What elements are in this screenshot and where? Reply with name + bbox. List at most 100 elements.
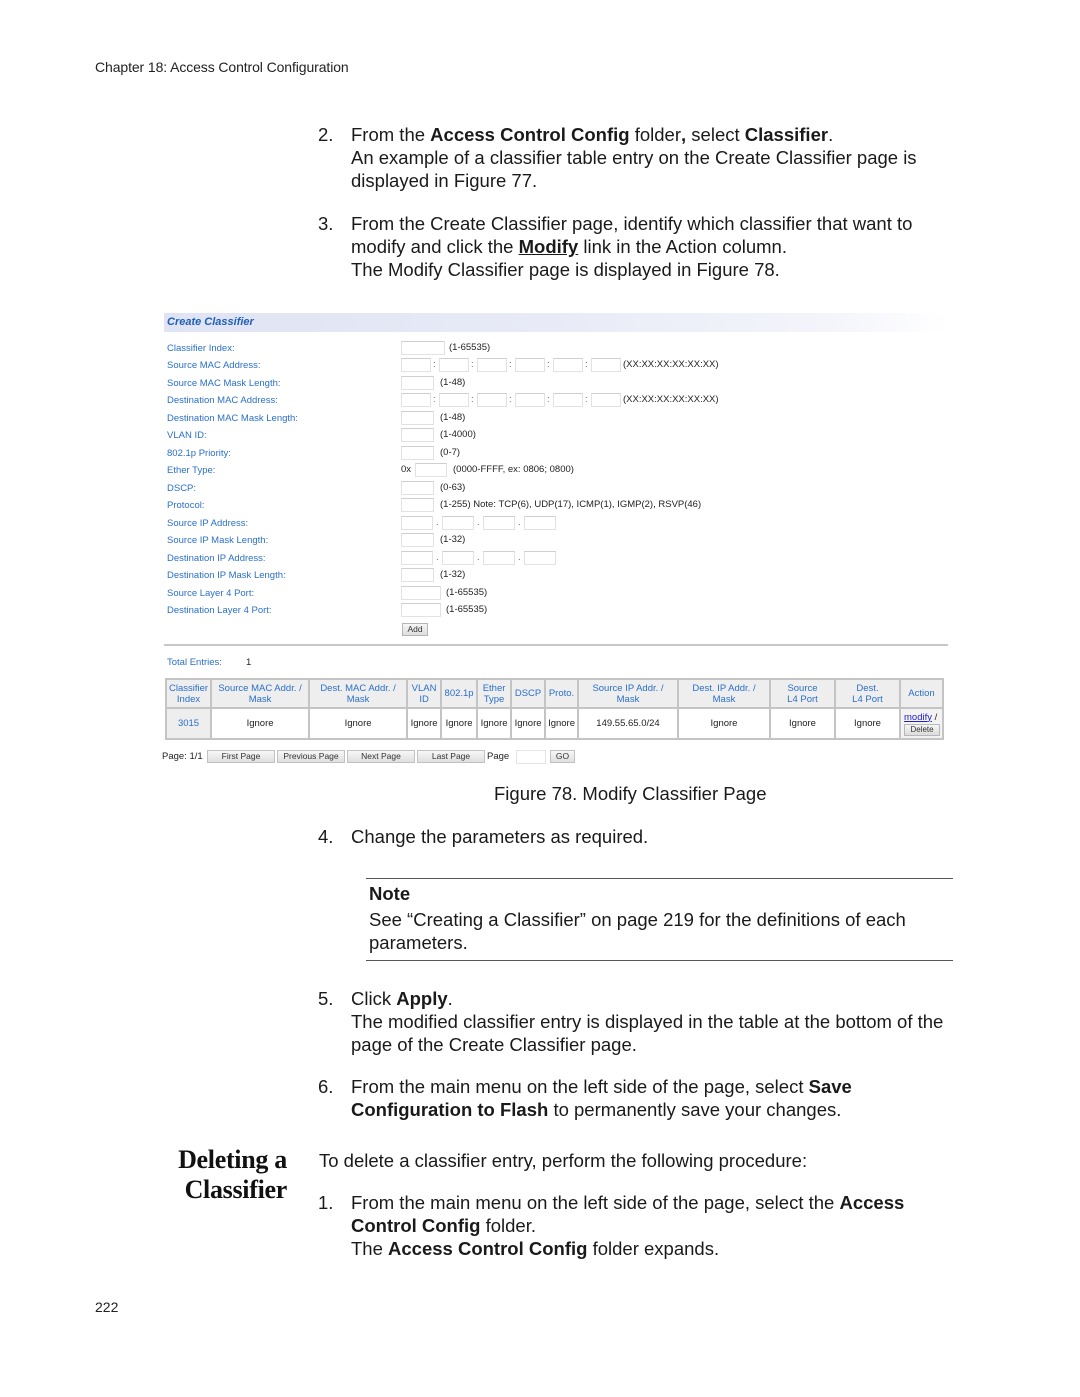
field-hint: (1-32) xyxy=(440,534,466,545)
mac-octet-input[interactable] xyxy=(553,358,583,372)
field-input[interactable] xyxy=(401,533,434,547)
mac-octet-input[interactable] xyxy=(401,393,431,407)
modify-link[interactable]: modify xyxy=(904,712,932,723)
step-4: 4. Change the parameters as required. xyxy=(318,825,958,848)
field-input[interactable] xyxy=(401,498,434,512)
ip-octet-input[interactable] xyxy=(483,516,515,530)
ip-octet-input[interactable] xyxy=(442,551,474,565)
first-page-button[interactable]: First Page xyxy=(207,750,275,763)
field-label: Ether Type: xyxy=(167,465,216,476)
classifier-index-cell: 3015 xyxy=(164,707,213,740)
last-page-button[interactable]: Last Page xyxy=(417,750,485,763)
ip-octet-input[interactable] xyxy=(442,516,474,530)
table-row: 3015 Ignore Ignore Ignore Ignore Ignore Ignore… xyxy=(164,707,944,740)
form-row: Ether Type: 0x (0000-FFFF, ex: 0806; 0800) xyxy=(167,463,947,479)
ip-octet-input[interactable] xyxy=(524,516,556,530)
column-header: Source MAC Addr. / Mask xyxy=(210,678,311,709)
ip-octet-input[interactable] xyxy=(401,551,433,565)
text: The xyxy=(351,1238,389,1259)
field-hint: (0-7) xyxy=(440,447,461,458)
form-row: Destination MAC Mask Length: (1-48) xyxy=(167,411,947,427)
separator: : xyxy=(585,359,588,370)
next-page-button[interactable]: Next Page xyxy=(347,750,415,763)
action-cell: modify / Delete xyxy=(899,707,944,740)
table-cell: Ignore xyxy=(769,707,836,740)
header-line: 802.1p xyxy=(444,688,474,699)
mac-octet-input[interactable] xyxy=(591,393,621,407)
page-number-input[interactable] xyxy=(516,750,546,764)
separator: . xyxy=(518,552,521,563)
field-hint: (1-48) xyxy=(440,412,466,423)
add-button[interactable]: Add xyxy=(402,623,428,636)
mac-octet-input[interactable] xyxy=(515,393,545,407)
form-row: Source IP Address:... xyxy=(167,516,947,532)
text: to permanently save your changes. xyxy=(548,1099,842,1120)
classifier-index-input[interactable] xyxy=(401,341,445,355)
mac-octet-input[interactable] xyxy=(401,358,431,372)
go-button[interactable]: GO xyxy=(550,750,575,763)
total-entries: Total Entries: 1 xyxy=(167,657,251,668)
step-number: 6. xyxy=(318,1076,334,1097)
field-input[interactable] xyxy=(401,411,434,425)
form-row: 802.1p Priority: (0-7) xyxy=(167,446,947,462)
classifier-table: Classifier Index Source MAC Addr. / Mask Des… xyxy=(164,678,944,740)
field-input[interactable] xyxy=(401,446,434,460)
previous-page-button[interactable]: Previous Page xyxy=(277,750,345,763)
field-input[interactable] xyxy=(401,568,434,582)
separator: : xyxy=(509,394,512,405)
form-row: Destination MAC Address:::::: (XX:XX:XX:X… xyxy=(167,393,947,409)
text: From the main menu on the left side of t… xyxy=(351,1192,840,1213)
mac-octet-input[interactable] xyxy=(553,393,583,407)
text: From the xyxy=(351,124,431,145)
separator: : xyxy=(585,394,588,405)
header-line: Action xyxy=(908,688,935,699)
table-header-row: Classifier Index Source MAC Addr. / Mask Des… xyxy=(164,678,944,709)
mac-octet-input[interactable] xyxy=(477,393,507,407)
column-header: Dest. L4 Port xyxy=(834,678,901,709)
separator: . xyxy=(436,552,439,563)
field-hint: (1-65535) xyxy=(446,604,488,615)
field-label: 802.1p Priority: xyxy=(167,448,231,459)
ether-type-input[interactable] xyxy=(415,463,447,477)
mac-octet-input[interactable] xyxy=(515,358,545,372)
step-number: 2. xyxy=(318,124,334,145)
ip-octet-input[interactable] xyxy=(524,551,556,565)
field-input[interactable] xyxy=(401,481,434,495)
text: folder xyxy=(629,124,682,145)
field-hint: (1-48) xyxy=(440,377,466,388)
separator: : xyxy=(433,359,436,370)
delete-button[interactable]: Delete xyxy=(904,723,940,736)
mac-octet-input[interactable] xyxy=(477,358,507,372)
mac-octet-input[interactable] xyxy=(439,358,469,372)
header-line: Proto. xyxy=(548,688,575,699)
l4-port-input[interactable] xyxy=(401,586,441,600)
running-head: Chapter 18: Access Control Configuration xyxy=(95,59,349,75)
header-line: Index xyxy=(176,693,201,705)
step-2-result: An example of a classifier table entry o… xyxy=(351,147,917,191)
table-cell: Ignore xyxy=(510,707,547,740)
field-input[interactable] xyxy=(401,428,434,442)
separator: . xyxy=(518,517,521,528)
header-line: Source MAC Addr. / xyxy=(218,682,302,694)
field-input[interactable] xyxy=(401,376,434,390)
mac-octet-input[interactable] xyxy=(591,358,621,372)
header-line: Dest. IP Addr. / xyxy=(692,682,756,694)
delete-step-1-result: The Access Control Config folder expands… xyxy=(351,1237,958,1260)
field-hint: (0000-FFFF, ex: 0806; 0800) xyxy=(453,464,574,475)
text: select xyxy=(686,124,745,145)
header-line: Ether xyxy=(482,682,506,694)
header-line: Mask xyxy=(712,693,736,705)
divider xyxy=(164,644,948,646)
separator: : xyxy=(547,359,550,370)
step-2: 2. From the Access Control Config folder… xyxy=(318,123,958,192)
text: . xyxy=(447,988,453,1009)
l4-port-input[interactable] xyxy=(401,603,441,617)
mac-octet-input[interactable] xyxy=(439,393,469,407)
field-label: Source MAC Address: xyxy=(167,360,261,371)
ip-octet-input[interactable] xyxy=(401,516,433,530)
form-row: Source MAC Mask Length: (1-48) xyxy=(167,376,947,392)
step-5: 5. Click Apply. The modified classifier … xyxy=(318,987,958,1056)
field-hint: (1-65535) xyxy=(449,342,491,353)
ip-octet-input[interactable] xyxy=(483,551,515,565)
header-line: Mask xyxy=(616,693,640,705)
